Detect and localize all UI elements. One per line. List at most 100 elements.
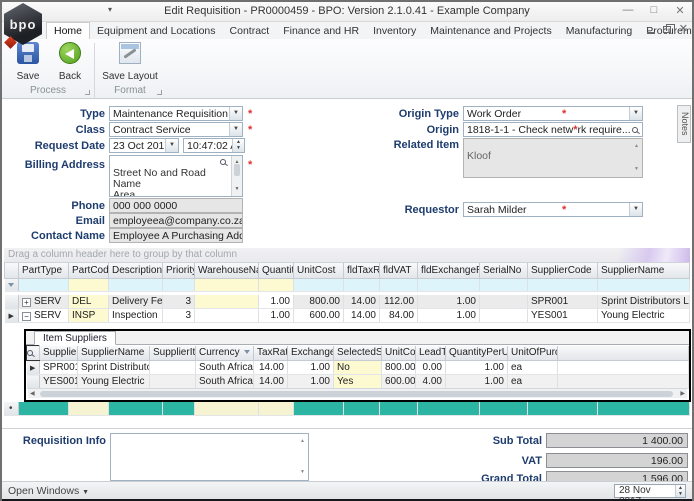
funnel-icon[interactable]: [244, 350, 250, 354]
save-layout-button[interactable]: Save Layout: [100, 42, 160, 86]
col-suppliercode[interactable]: SupplierCode: [40, 346, 78, 361]
status-date-spinner[interactable]: 28 Nov 2017 ▲▼: [614, 484, 686, 498]
origin-type-dropdown[interactable]: Work Order * ▼: [463, 106, 643, 121]
origin-field[interactable]: 1818-1-1 - Check netw*rk require...: [463, 122, 643, 137]
cell-currency[interactable]: South African Rand: [196, 361, 254, 375]
mdi-minimize-icon[interactable]: [647, 32, 655, 34]
col-unitofpurchase[interactable]: UnitOfPurchase: [508, 346, 558, 361]
new-cell-serialno[interactable]: [479, 402, 527, 415]
chevron-down-icon[interactable]: ▼: [629, 107, 642, 120]
tab-item-suppliers[interactable]: Item Suppliers: [34, 331, 116, 345]
tab-home[interactable]: Home: [46, 22, 90, 39]
col-exchangerate[interactable]: ExchangeRate: [288, 346, 334, 361]
mdi-close-icon[interactable]: ✕: [679, 24, 688, 35]
tab-equipment-and-locations[interactable]: Equipment and Locations: [90, 23, 223, 39]
billing-address-memo[interactable]: Street No and Road Name Area City ▲▼: [109, 155, 243, 197]
chevron-down-icon[interactable]: ▼: [229, 123, 242, 136]
cell-exchangerate[interactable]: 1.00: [288, 375, 334, 389]
cell-serialno[interactable]: [480, 295, 528, 309]
cell-warehousename[interactable]: [195, 295, 259, 309]
cell-suppliercode[interactable]: SPR001: [528, 295, 598, 309]
tab-finance-and-hr[interactable]: Finance and HR: [276, 23, 366, 39]
cell-fldtaxrate[interactable]: 14.00: [344, 295, 380, 309]
cell-supplieritemcode[interactable]: [150, 361, 196, 375]
scroll-left-icon[interactable]: ◀: [30, 390, 35, 397]
cell-unitofpurchase[interactable]: ea: [508, 361, 558, 375]
chevron-down-icon[interactable]: ▼: [165, 139, 178, 152]
back-button[interactable]: Back: [48, 42, 92, 86]
new-cell-quantity[interactable]: [258, 402, 293, 415]
cell-quantity[interactable]: 1.00: [259, 295, 294, 309]
filter-cell[interactable]: [598, 278, 690, 291]
minus-box-icon[interactable]: −: [22, 312, 31, 321]
type-dropdown[interactable]: Maintenance Requisition ▼: [109, 106, 243, 121]
filter-cell[interactable]: [418, 278, 480, 291]
new-cell-fldtaxrate[interactable]: [343, 402, 379, 415]
col-quantityperuop[interactable]: QuantityPerUOP: [446, 346, 508, 361]
cell-selectedsupplier[interactable]: Yes: [334, 375, 382, 389]
cell-suppliername[interactable]: Young Electric: [78, 375, 150, 389]
cell-exchangerate[interactable]: 1.00: [288, 361, 334, 375]
plus-box-icon[interactable]: +: [22, 298, 31, 307]
col-suppliername[interactable]: SupplierName: [78, 346, 150, 361]
suppliers-search-button[interactable]: [27, 346, 40, 361]
table-row[interactable]: +SERV DEL Delivery Fee 3 1.00 800.00 14.…: [5, 295, 690, 309]
tab-maintenance-and-projects[interactable]: Maintenance and Projects: [423, 23, 558, 39]
new-cell-suppliername[interactable]: [597, 402, 690, 415]
col-suppliername[interactable]: SupplierName: [598, 263, 690, 278]
cell-quantity[interactable]: 1.00: [259, 309, 294, 323]
cell-unitcost[interactable]: 600.00: [294, 309, 344, 323]
request-time-spinner[interactable]: 10:47:02 AM ▲▼: [183, 138, 245, 153]
col-suppliercode[interactable]: SupplierCode: [528, 263, 598, 278]
cell-leadtime[interactable]: 4.00: [416, 375, 446, 389]
grid-new-row[interactable]: •: [4, 402, 690, 416]
table-row[interactable]: ▶ SPR001 Sprint Distributors Local South…: [27, 361, 689, 375]
cell-fldtaxrate[interactable]: 14.00: [344, 309, 380, 323]
new-cell-warehousename[interactable]: [194, 402, 258, 415]
cell-taxrate[interactable]: 14.00: [254, 361, 288, 375]
cell-partcode[interactable]: INSP: [69, 309, 109, 323]
filter-cell[interactable]: [528, 278, 598, 291]
col-fldexchangerate[interactable]: fldExchangeRate: [418, 263, 480, 278]
scroll-up-icon[interactable]: ▲: [634, 141, 639, 152]
cell-priority[interactable]: 3: [163, 295, 195, 309]
col-supplieritemcode[interactable]: SupplierItemCode: [150, 346, 196, 361]
cell-priority[interactable]: 3: [163, 309, 195, 323]
filter-cell[interactable]: [19, 278, 69, 291]
col-fldvat[interactable]: fldVAT: [380, 263, 418, 278]
cell-description[interactable]: Inspection: [109, 309, 163, 323]
tab-contract[interactable]: Contract: [223, 23, 277, 39]
chevron-down-icon[interactable]: ▼: [229, 107, 242, 120]
cell-unitofpurchase[interactable]: ea: [508, 375, 558, 389]
new-cell-fldexchangerate[interactable]: [417, 402, 479, 415]
table-row[interactable]: ▶ −SERV INSP Inspection 3 1.00 600.00 14…: [5, 309, 690, 323]
requisition-info-textarea[interactable]: ▲ ▼: [110, 433, 309, 481]
col-quantity[interactable]: Quantity: [259, 263, 294, 278]
minimize-button[interactable]: —: [620, 4, 636, 17]
col-partcode[interactable]: PartCode: [69, 263, 109, 278]
col-selectedsupplier[interactable]: SelectedSupplier: [334, 346, 382, 361]
col-warehousename[interactable]: WarehouseName: [195, 263, 259, 278]
suppliers-horizontal-scrollbar[interactable]: ◀ ▶: [28, 388, 687, 398]
new-cell-unitcost[interactable]: [293, 402, 343, 415]
filter-cell[interactable]: [344, 278, 380, 291]
scroll-up-icon[interactable]: ▲: [300, 436, 305, 447]
new-cell-suppliercode[interactable]: [527, 402, 597, 415]
filter-cell[interactable]: [69, 278, 109, 291]
col-description[interactable]: Description: [109, 263, 163, 278]
tab-inventory[interactable]: Inventory: [366, 23, 423, 39]
cell-unitcost[interactable]: 800.00: [294, 295, 344, 309]
magnifier-icon[interactable]: [632, 127, 638, 133]
scroll-down-icon[interactable]: ▼: [634, 164, 639, 175]
filter-cell[interactable]: [163, 278, 195, 291]
cell-unitcost[interactable]: 600.00: [382, 375, 416, 389]
cell-suppliername[interactable]: Sprint Distributors Local: [78, 361, 150, 375]
col-fldtaxrate[interactable]: fldTaxRate: [344, 263, 380, 278]
cell-partcode[interactable]: DEL: [69, 295, 109, 309]
maximize-button[interactable]: □: [646, 4, 662, 17]
scrollbar-thumb[interactable]: [40, 391, 673, 397]
chevron-down-icon[interactable]: ▼: [629, 203, 642, 216]
notes-side-tab[interactable]: Notes: [677, 105, 691, 143]
mdi-restore-icon[interactable]: [663, 26, 671, 33]
dialog-launcher-icon[interactable]: [85, 90, 90, 95]
